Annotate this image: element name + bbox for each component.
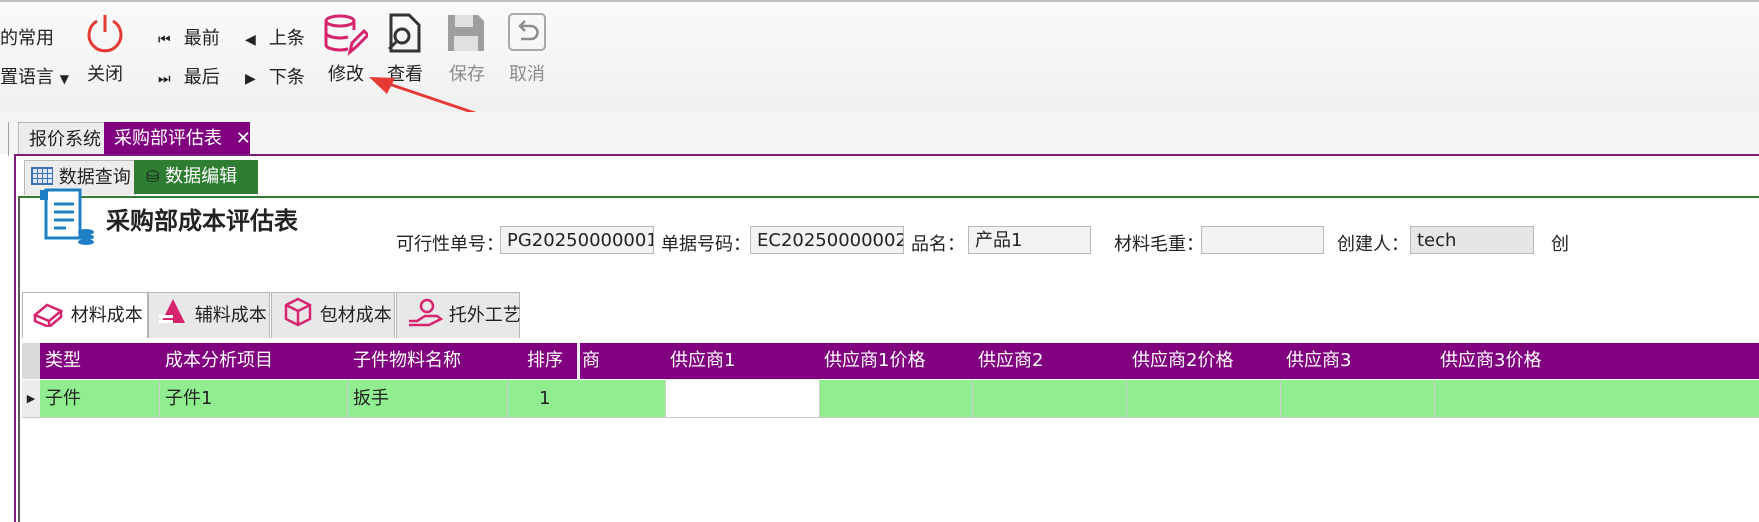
column-header-supplier3-price[interactable]: 供应商3价格 xyxy=(1440,343,1541,379)
feasibility-no-field[interactable]: PG202500000015 xyxy=(500,226,654,254)
gross-weight-field[interactable] xyxy=(1201,226,1324,254)
tab-quotation-system-label: 报价系统 xyxy=(29,129,101,150)
prev-icon: ◀ xyxy=(245,32,256,48)
feasibility-no-label: 可行性单号： xyxy=(396,234,504,255)
column-header-order[interactable]: 排序 xyxy=(527,343,563,379)
tab-outsourcing-process-label: 托外工艺 xyxy=(448,305,521,326)
tab-auxiliary-cost-label: 辅料成本 xyxy=(194,305,267,326)
floppy-disk-icon xyxy=(448,15,484,51)
edit-button[interactable]: 修改 xyxy=(320,8,370,98)
column-header-type[interactable]: 类型 xyxy=(45,343,81,379)
tab-data-edit-label: 数据编辑 xyxy=(165,166,238,187)
hand-gear-icon xyxy=(409,298,444,327)
prev-record-button[interactable]: ◀ 上条 xyxy=(245,24,305,50)
tab-purchasing-evaluation-label: 采购部评估表 xyxy=(114,128,222,149)
product-name-label: 品名： xyxy=(911,234,965,255)
tab-packaging-cost-label: 包材成本 xyxy=(319,305,392,326)
first-icon: ⏮ xyxy=(158,32,171,48)
cell-divider xyxy=(972,380,973,417)
form-document-icon xyxy=(40,188,94,245)
cell-divider xyxy=(665,380,666,417)
cell-order[interactable]: 1 xyxy=(539,380,550,417)
cell-divider xyxy=(347,380,348,417)
package-box-icon xyxy=(284,297,312,327)
tab-auxiliary-cost[interactable]: 辅料成本 xyxy=(148,292,270,338)
next-icon: ▶ xyxy=(245,71,256,87)
creator-label: 创建人： xyxy=(1337,234,1409,255)
left-edge-divider xyxy=(0,122,9,156)
cell-divider xyxy=(1434,380,1435,417)
column-header-cost-item[interactable]: 成本分析项目 xyxy=(165,343,273,379)
last-label: 最后 xyxy=(183,67,220,88)
material-bars-icon xyxy=(32,303,64,329)
prev-label: 上条 xyxy=(268,28,305,49)
column-header-material-name[interactable]: 子件物料名称 xyxy=(353,343,461,379)
next-record-button[interactable]: ▶ 下条 xyxy=(245,63,305,89)
tab-outsourcing-process[interactable]: 托外工艺 xyxy=(396,292,521,338)
database-edit-icon xyxy=(324,14,368,56)
cell-type[interactable]: 子件 xyxy=(45,380,81,417)
edit-button-label: 修改 xyxy=(328,64,364,85)
tab-purchasing-evaluation[interactable]: 采购部评估表 ✕ xyxy=(104,122,251,155)
cell-divider xyxy=(1126,380,1127,417)
tab-material-cost[interactable]: 材料成本 xyxy=(22,292,148,338)
last-record-button[interactable]: ⏭ 最后 xyxy=(158,63,220,89)
document-search-icon xyxy=(387,13,421,53)
creation-date-label: 创 xyxy=(1551,234,1569,255)
last-icon: ⏭ xyxy=(158,71,171,87)
cell-material-name[interactable]: 扳手 xyxy=(353,380,389,417)
row-indicator-header xyxy=(22,343,40,379)
first-record-button[interactable]: ⏮ 最前 xyxy=(158,24,220,50)
current-row-indicator-icon: ▶ xyxy=(22,380,40,417)
language-menu[interactable]: 置语言 ▼ xyxy=(0,63,69,89)
close-tab-icon[interactable]: ✕ xyxy=(236,128,251,149)
column-header-supplier1[interactable]: 供应商1 xyxy=(670,343,735,379)
document-tab-strip xyxy=(0,112,1759,154)
column-header-supplier2[interactable]: 供应商2 xyxy=(978,343,1043,379)
doc-no-field[interactable]: EC202500000026 xyxy=(750,226,904,254)
next-label: 下条 xyxy=(268,67,305,88)
form-title: 采购部成本评估表 xyxy=(106,206,298,235)
gross-weight-label: 材料毛重： xyxy=(1114,234,1204,255)
cell-divider xyxy=(1280,380,1281,417)
power-icon xyxy=(87,15,123,53)
table-row[interactable] xyxy=(22,380,1759,418)
column-header-supplier3[interactable]: 供应商3 xyxy=(1286,343,1351,379)
pyramid-stack-icon xyxy=(159,299,185,323)
close-button[interactable]: 关闭 xyxy=(80,8,132,98)
column-header-supplier2-price[interactable]: 供应商2价格 xyxy=(1132,343,1233,379)
table-grid-icon xyxy=(31,167,53,185)
favorites-menu[interactable]: 的常用 xyxy=(0,24,54,50)
supplier1-cell-focused[interactable] xyxy=(666,380,820,417)
tab-data-edit[interactable]: ⛁ 数据编辑 xyxy=(134,160,258,194)
creator-field[interactable]: tech xyxy=(1410,226,1534,254)
dropdown-arrow-icon: ▼ xyxy=(59,72,69,86)
column-header-supplier1-price[interactable]: 供应商1价格 xyxy=(824,343,925,379)
cell-divider xyxy=(159,380,160,417)
product-name-field[interactable]: 产品1 xyxy=(968,226,1091,254)
close-button-label: 关闭 xyxy=(87,64,123,85)
tab-packaging-cost[interactable]: 包材成本 xyxy=(271,292,395,338)
ribbon-toolbar: 的常用 置语言 ▼ 关闭 ⏮ 最前 ⏭ 最后 ◀ 上条 ▶ 下条 修改 查看 保… xyxy=(0,0,1759,132)
cell-divider xyxy=(507,380,508,417)
tab-material-cost-label: 材料成本 xyxy=(70,305,143,326)
column-header-supplier-partial[interactable]: 商 xyxy=(582,343,600,379)
database-icon: ⛁ xyxy=(146,167,160,186)
tab-data-query-label: 数据查询 xyxy=(58,167,131,188)
cell-cost-item[interactable]: 子件1 xyxy=(165,380,212,417)
first-label: 最前 xyxy=(183,28,220,49)
doc-no-label: 单据号码： xyxy=(661,234,751,255)
undo-icon xyxy=(508,13,546,51)
